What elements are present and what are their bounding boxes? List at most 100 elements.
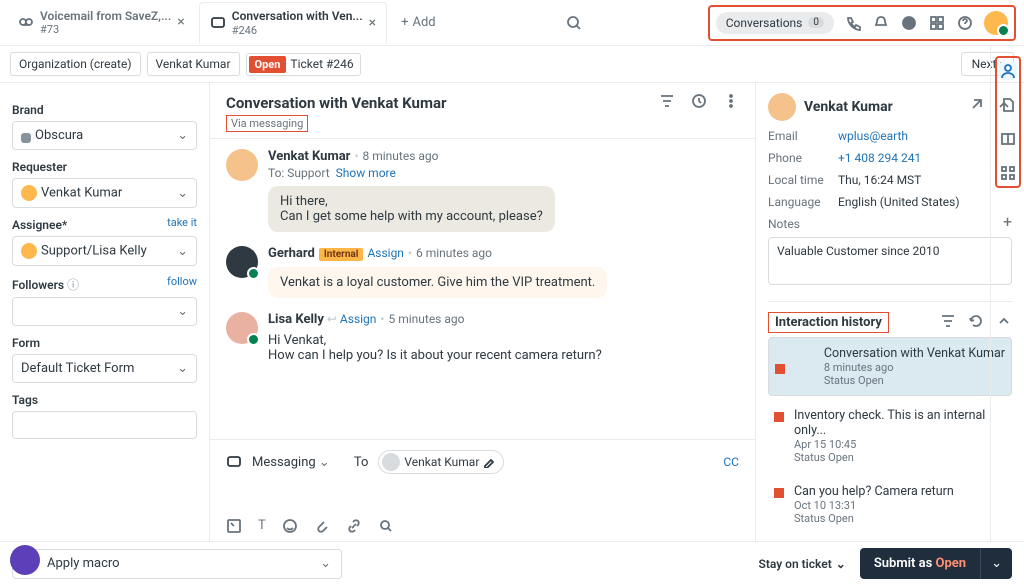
follow-link[interactable]: follow	[167, 275, 197, 288]
edit-icon[interactable]	[483, 456, 495, 468]
conversation-title: Conversation with Venkat Kumar	[226, 94, 446, 112]
bell-icon[interactable]	[872, 14, 890, 32]
tags-input[interactable]	[12, 411, 197, 439]
avatar	[226, 246, 258, 278]
message-time: 5 minutes ago	[388, 312, 464, 326]
tab-voicemail[interactable]: Voicemail from SaveZ,... #73 ×	[8, 3, 195, 43]
interaction-item[interactable]: Conversation with Venkat Kumar8 minutes …	[768, 337, 1012, 396]
submit-options-button[interactable]: ⌄	[980, 548, 1012, 579]
app-launcher-icon[interactable]	[10, 545, 40, 575]
form-label: Form	[12, 336, 197, 350]
customer-panel: Venkat Kumar Emailwplus@earth Phone+1 40…	[756, 83, 1024, 544]
apps-icon[interactable]	[928, 14, 946, 32]
interaction-time: 8 minutes ago	[824, 361, 1005, 374]
interaction-status: Status Open	[794, 451, 1006, 464]
followers-label: Followers ⓘ	[12, 276, 79, 293]
phone-icon[interactable]	[844, 14, 862, 32]
help-icon[interactable]	[956, 14, 974, 32]
insert-icon[interactable]	[226, 518, 242, 538]
compose-toolbar: T	[226, 518, 739, 538]
filter-icon[interactable]	[940, 313, 956, 333]
grid-icon[interactable]	[999, 164, 1017, 182]
show-more-link[interactable]: Show more	[336, 166, 396, 180]
sender-name: Venkat Kumar	[268, 149, 350, 164]
apps-rail: +	[990, 46, 1024, 541]
assign-link[interactable]: Assign	[340, 312, 377, 326]
user-icon[interactable]	[999, 62, 1017, 80]
crumb-ticket[interactable]: Open Ticket #246	[246, 53, 361, 76]
close-icon[interactable]: ×	[369, 15, 376, 31]
history-icon[interactable]	[691, 93, 707, 113]
take-it-link[interactable]: take it	[167, 216, 197, 229]
interaction-item[interactable]: Inventory check. This is an internal onl…	[768, 400, 1012, 472]
close-icon[interactable]: ×	[177, 14, 184, 30]
crumb-person[interactable]: Venkat Kumar	[147, 52, 240, 76]
emoji-icon[interactable]	[282, 518, 298, 538]
compose-textarea[interactable]	[226, 474, 739, 518]
email-value[interactable]: wplus@earth	[838, 129, 908, 143]
email-label: Email	[768, 129, 838, 143]
knowledge-icon[interactable]	[999, 130, 1017, 148]
conversations-badge[interactable]: Conversations 0	[716, 12, 834, 34]
open-external-icon[interactable]	[968, 97, 984, 117]
status-badge: Open	[249, 56, 287, 73]
add-tab[interactable]: + Add	[391, 9, 446, 36]
text-format-icon[interactable]: T	[258, 518, 266, 538]
interaction-title: Conversation with Venkat Kumar	[824, 346, 1005, 361]
apply-macro-select[interactable]: Apply macro⌄	[12, 549, 342, 579]
profile-avatar[interactable]	[984, 11, 1008, 35]
filter-icon[interactable]	[659, 93, 675, 113]
stay-on-ticket-button[interactable]: Stay on ticket ⌄	[759, 557, 846, 571]
refresh-icon[interactable]	[968, 313, 984, 333]
localtime-label: Local time	[768, 173, 838, 187]
crumb-organization[interactable]: Organization (create)	[10, 52, 141, 76]
customer-name: Venkat Kumar	[804, 99, 893, 115]
tags-label: Tags	[12, 393, 197, 407]
interaction-time: Apr 15 10:45	[794, 438, 1006, 451]
cc-button[interactable]: CC	[723, 455, 739, 469]
followers-select[interactable]: ⌄	[12, 297, 197, 326]
assignee-label: Assignee*	[12, 218, 67, 232]
interaction-history-heading: Interaction history	[768, 312, 889, 333]
interaction-item[interactable]: Can you help? Camera returnOct 10 13:31S…	[768, 476, 1012, 533]
interaction-title: Inventory check. This is an internal onl…	[794, 408, 1006, 438]
avatar	[226, 312, 258, 344]
tab-subtitle: #246	[232, 24, 363, 37]
search-icon[interactable]	[565, 14, 583, 32]
requester-select[interactable]: Venkat Kumar⌄	[12, 178, 197, 208]
document-icon[interactable]	[999, 96, 1017, 114]
tab-title: Conversation with Ven...	[232, 9, 363, 23]
attachment-icon[interactable]	[314, 518, 330, 538]
phone-value[interactable]: +1 408 294 241	[838, 151, 921, 165]
notes-textarea[interactable]: Valuable Customer since 2010	[768, 237, 1012, 285]
whatsapp-icon[interactable]	[900, 14, 918, 32]
message: GerhardInternalAssign•6 minutes ago Venk…	[226, 246, 739, 298]
message: Lisa Kelly ↩ Assign•5 minutes ago Hi Ven…	[226, 312, 739, 363]
message-body: Venkat is a loyal customer. Give him the…	[268, 267, 607, 298]
brand-select[interactable]: Obscura⌄	[12, 121, 197, 150]
status-square-icon	[775, 364, 785, 374]
message-to: To: Support	[268, 166, 330, 180]
main-area: Brand Obscura⌄ Requester Venkat Kumar⌄ A…	[0, 83, 1024, 544]
language-value: English (United States)	[838, 195, 960, 209]
tab-conversation[interactable]: Conversation with Ven... #246 ×	[199, 2, 387, 43]
submit-button[interactable]: Submit as Open	[860, 548, 980, 579]
language-label: Language	[768, 195, 838, 209]
more-icon[interactable]	[723, 93, 739, 113]
assignee-select[interactable]: Support/Lisa Kelly⌄	[12, 236, 197, 266]
channel-select[interactable]: Messaging ⌄	[252, 455, 330, 470]
assign-link[interactable]: Assign	[367, 246, 404, 260]
composer: Messaging ⌄ To Venkat Kumar CC T	[210, 439, 755, 544]
search-icon[interactable]	[378, 518, 394, 538]
interaction-title: Can you help? Camera return	[794, 484, 954, 499]
requester-label: Requester	[12, 160, 197, 174]
chat-icon	[210, 15, 226, 31]
message-time: 8 minutes ago	[363, 149, 439, 163]
form-select[interactable]: Default Ticket Form⌄	[12, 354, 197, 383]
conversations-count: 0	[808, 17, 824, 28]
add-app-icon[interactable]: +	[1003, 212, 1012, 231]
message-body: Hi Venkat, How can I help you? Is it abo…	[268, 333, 602, 363]
recipient-chip[interactable]: Venkat Kumar	[378, 450, 504, 474]
sender-name: Lisa Kelly	[268, 312, 324, 327]
link-icon[interactable]	[346, 518, 362, 538]
